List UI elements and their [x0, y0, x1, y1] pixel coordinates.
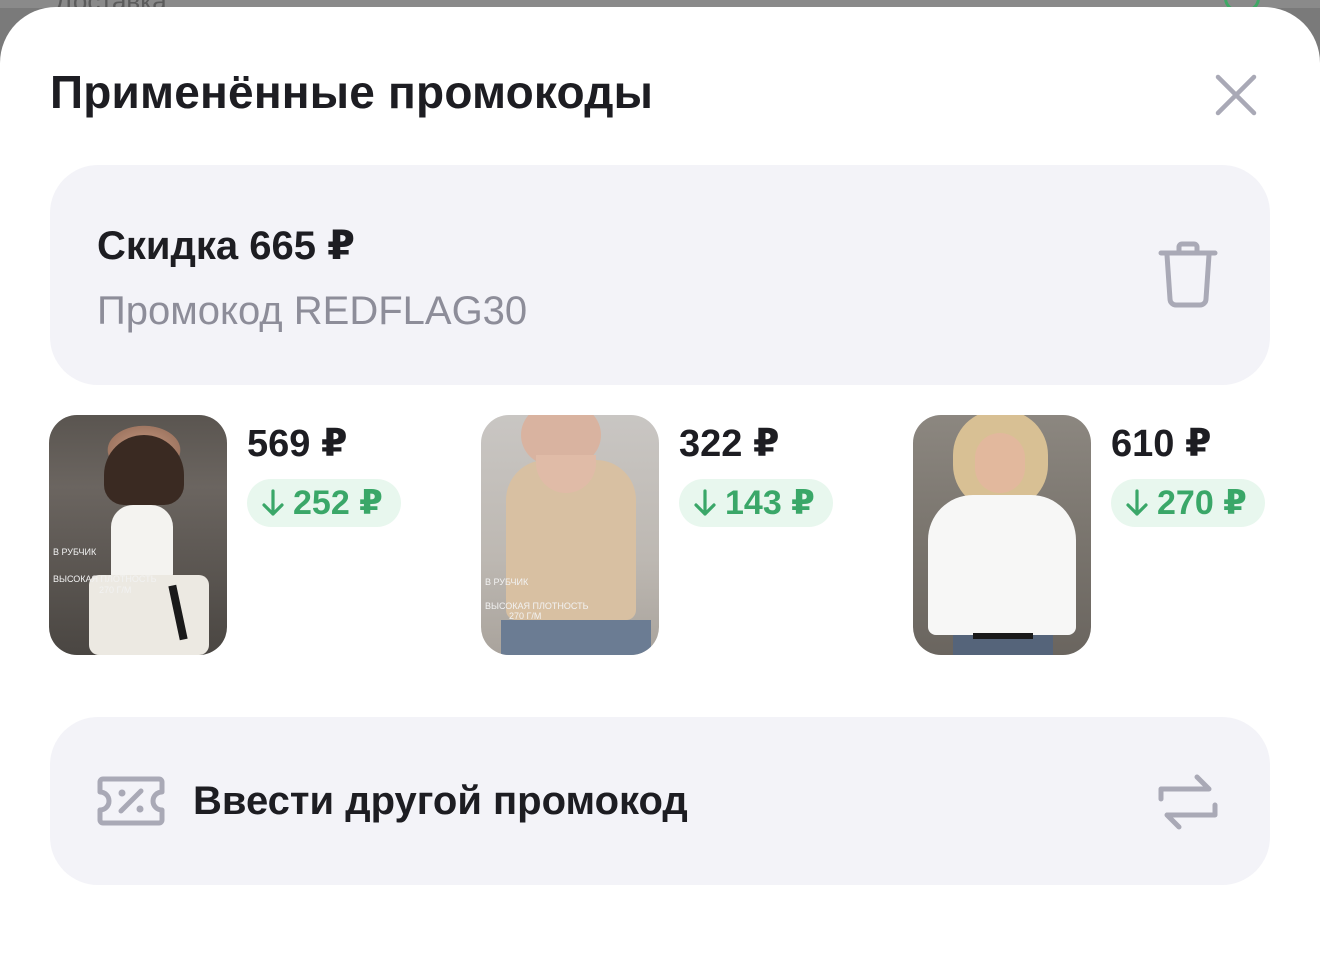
product-price: 569 ₽ — [247, 423, 348, 465]
saving-badge: 270 ₽ — [1111, 479, 1265, 527]
enter-promo-label: Ввести другой промокод — [193, 779, 688, 823]
close-icon — [1215, 74, 1257, 116]
swap-arrows-icon — [1158, 774, 1218, 830]
applied-promo-card: Скидка 665 ₽ Промокод REDFLAG30 — [50, 165, 1270, 385]
thumb-caption: ВЫСОКАЯ ПЛОТНОСТЬ — [53, 574, 157, 584]
remove-promo-button[interactable] — [1150, 237, 1226, 313]
saving-badge: 252 ₽ — [247, 479, 401, 527]
arrow-down-icon — [262, 489, 284, 516]
arrow-down-icon — [694, 489, 716, 516]
product-image: В РУБЧИК ВЫСОКАЯ ПЛОТНОСТЬ 270 Г/М — [49, 415, 227, 655]
close-button[interactable] — [1204, 63, 1268, 127]
product-item[interactable]: 610 ₽ 270 ₽ — [913, 415, 1283, 655]
product-item[interactable]: В РУБЧИК ВЫСОКАЯ ПЛОТНОСТЬ 270 Г/М 322 ₽… — [481, 415, 851, 655]
promo-code-label: Промокод REDFLAG30 — [97, 289, 528, 333]
trash-icon — [1158, 241, 1218, 308]
product-item[interactable]: В РУБЧИК ВЫСОКАЯ ПЛОТНОСТЬ 270 Г/М 569 ₽… — [49, 415, 419, 655]
product-price: 322 ₽ — [679, 423, 780, 465]
thumb-caption: В РУБЧИК — [53, 547, 97, 557]
saving-amount: 252 ₽ — [293, 484, 383, 522]
discount-ticket-icon — [97, 776, 165, 826]
promo-codes-sheet: Применённые промокоды Скидка 665 ₽ Промо… — [0, 7, 1320, 972]
sheet-title: Применённые промокоды — [50, 66, 654, 118]
product-image — [913, 415, 1091, 655]
thumb-caption: 270 Г/М — [99, 585, 132, 595]
saving-amount: 143 ₽ — [725, 484, 815, 522]
saving-badge: 143 ₽ — [679, 479, 833, 527]
arrow-down-icon — [1126, 489, 1148, 516]
product-image: В РУБЧИК ВЫСОКАЯ ПЛОТНОСТЬ 270 Г/М — [481, 415, 659, 655]
thumb-caption: 270 Г/М — [509, 611, 542, 621]
thumb-caption: В РУБЧИК — [485, 577, 529, 587]
enter-another-promo-button[interactable]: Ввести другой промокод — [50, 717, 1270, 885]
product-price: 610 ₽ — [1111, 423, 1212, 465]
discount-amount: Скидка 665 ₽ — [97, 224, 355, 268]
saving-amount: 270 ₽ — [1157, 484, 1247, 522]
